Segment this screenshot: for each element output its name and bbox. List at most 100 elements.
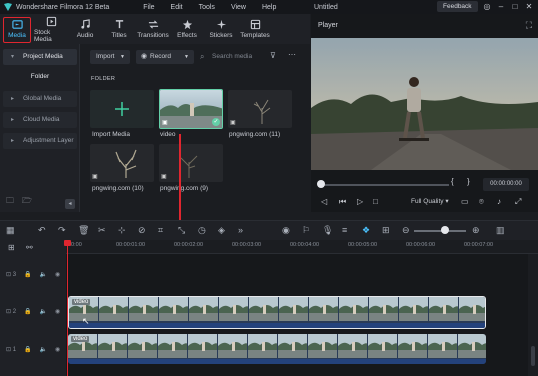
- mark-in-icon[interactable]: {: [451, 177, 454, 186]
- ruler-tick: 00:00:07:00: [464, 242, 494, 248]
- fit-timeline-icon[interactable]: ▥: [496, 225, 505, 236]
- audio-mix-icon[interactable]: ≡: [342, 225, 347, 235]
- lock-icon[interactable]: 🔒: [24, 271, 31, 278]
- menu-view[interactable]: View: [231, 4, 246, 11]
- zoom-slider-handle[interactable]: [441, 226, 449, 234]
- video-preview[interactable]: [311, 38, 538, 170]
- quality-dropdown[interactable]: Full Quality ▾: [411, 197, 449, 205]
- sidebar-item-cloud-media[interactable]: ▸ Cloud Media: [3, 112, 77, 128]
- mark-out-icon[interactable]: }: [467, 177, 470, 186]
- tab-templates[interactable]: Templates: [238, 14, 272, 44]
- search-input[interactable]: ⌕ Search media: [200, 50, 270, 64]
- volume-icon[interactable]: ♪: [497, 197, 501, 206]
- ruler-tick: 00:00:03:00: [232, 242, 262, 248]
- sidebar-item-global-media[interactable]: ▸ Global Media: [3, 91, 77, 107]
- media-item-video[interactable]: ▣ ✓: [159, 89, 223, 129]
- account-icon[interactable]: ◎: [480, 0, 494, 14]
- grid-icon[interactable]: ▦: [6, 225, 15, 236]
- sidebar-item-adjustment-layer[interactable]: ▸ Adjustment Layer: [3, 133, 77, 149]
- menu-file[interactable]: File: [143, 4, 154, 11]
- stop-icon[interactable]: □: [373, 197, 378, 206]
- link-icon[interactable]: ⚯: [26, 243, 33, 252]
- tab-label: Titles: [111, 32, 127, 39]
- media-item-pngwing-10[interactable]: ▣: [90, 144, 154, 182]
- tab-media[interactable]: Media: [0, 14, 34, 44]
- import-media-tile[interactable]: [90, 90, 154, 128]
- menu-tools[interactable]: Tools: [199, 4, 215, 11]
- cut-icon[interactable]: ✂: [98, 225, 106, 236]
- record-dropdown[interactable]: ◉ Record ▼: [136, 50, 194, 64]
- filter-icon[interactable]: ⊽: [270, 51, 276, 60]
- eye-icon[interactable]: ◉: [55, 308, 60, 315]
- tab-transitions[interactable]: Transitions: [136, 14, 170, 44]
- more-icon[interactable]: ⋯: [288, 50, 296, 59]
- tab-stock-media[interactable]: Stock Media: [34, 14, 68, 44]
- zoom-out-icon[interactable]: ⊖: [402, 225, 410, 236]
- eye-icon[interactable]: ◉: [55, 346, 60, 353]
- step-back-icon[interactable]: ⏮: [339, 197, 346, 207]
- sidebar-item-project-media[interactable]: ▾ Project Media: [3, 49, 77, 65]
- music-note-icon: [80, 19, 90, 29]
- menu-help[interactable]: Help: [262, 4, 276, 11]
- redo-icon[interactable]: ↷: [58, 225, 66, 236]
- tab-titles[interactable]: Titles: [102, 14, 136, 44]
- add-track-icon[interactable]: ⊞: [8, 243, 15, 252]
- collapse-sidebar-button[interactable]: ◂: [65, 199, 75, 209]
- video-clip-track-1[interactable]: video: [68, 334, 486, 364]
- clip-audio-bar: [69, 323, 485, 328]
- zoom-slider[interactable]: [414, 230, 466, 232]
- mute-icon[interactable]: 🔈: [40, 346, 47, 353]
- scrollbar-thumb[interactable]: [531, 346, 535, 366]
- marker-icon[interactable]: ⚐: [302, 225, 310, 236]
- display-settings-icon[interactable]: ▭: [461, 197, 469, 206]
- timeline-tracks[interactable]: video ↖ video: [66, 254, 528, 376]
- mic-icon[interactable]: 🎙: [322, 225, 333, 236]
- crop-icon[interactable]: ⌗: [158, 225, 163, 236]
- video-clip-track-2[interactable]: video: [68, 296, 486, 329]
- delete-icon[interactable]: 🗑: [78, 225, 89, 236]
- minimize-icon[interactable]: –: [494, 0, 508, 14]
- mute-icon[interactable]: 🔈: [40, 308, 47, 315]
- playback-scrubber[interactable]: [319, 184, 449, 186]
- scrubber-handle[interactable]: [317, 180, 325, 188]
- snapshot-icon[interactable]: ⛶: [526, 20, 532, 31]
- timeline-scrollbar[interactable]: [530, 254, 536, 376]
- import-dropdown[interactable]: Import ▼: [90, 50, 130, 64]
- lock-icon[interactable]: 🔒: [24, 308, 31, 315]
- mute-icon[interactable]: 🔈: [40, 271, 47, 278]
- check-icon: ✓: [212, 118, 220, 126]
- split-icon[interactable]: ⊹: [118, 225, 126, 236]
- media-item-pngwing-11[interactable]: ▣: [228, 90, 292, 128]
- lock-icon[interactable]: 🔒: [24, 346, 31, 353]
- transform-icon[interactable]: ⤡: [178, 225, 185, 236]
- color-icon[interactable]: ◈: [218, 225, 225, 236]
- new-folder-icon[interactable]: 🗀: [6, 195, 14, 209]
- playhead[interactable]: [67, 240, 68, 376]
- track-2-controls: ⊡ 2 🔒 🔈 ◉: [6, 308, 60, 315]
- tab-audio[interactable]: Audio: [68, 14, 102, 44]
- render-icon[interactable]: ◉: [282, 225, 290, 236]
- menu-edit[interactable]: Edit: [171, 4, 183, 11]
- play-icon[interactable]: ▷: [357, 197, 363, 206]
- previous-frame-icon[interactable]: ◁: [321, 197, 327, 206]
- media-item-pngwing-9[interactable]: ▣: [159, 144, 223, 182]
- undo-icon[interactable]: ↶: [38, 225, 46, 236]
- pip-icon[interactable]: ⊞: [382, 225, 390, 236]
- tab-effects[interactable]: Effects: [170, 14, 204, 44]
- media-item-label: Import Media: [92, 131, 130, 138]
- tab-stickers[interactable]: Stickers: [204, 14, 238, 44]
- close-icon[interactable]: ✕: [522, 0, 536, 14]
- duration-icon[interactable]: ◷: [198, 225, 206, 236]
- camera-icon[interactable]: ⌾: [479, 197, 484, 207]
- zoom-in-icon[interactable]: ⊕: [472, 225, 480, 236]
- more-tools-icon[interactable]: »: [238, 225, 243, 235]
- folder-icon[interactable]: 🗁: [22, 195, 32, 209]
- feedback-button[interactable]: Feedback: [437, 1, 478, 12]
- timeline-ruler[interactable]: 00:00 00:00:01:00 00:00:02:00 00:00:03:0…: [66, 240, 538, 254]
- fullscreen-icon[interactable]: ⤢: [515, 197, 521, 207]
- eye-icon[interactable]: ◉: [55, 271, 60, 278]
- maximize-icon[interactable]: □: [508, 0, 522, 14]
- speed-icon[interactable]: ⊘: [138, 225, 146, 236]
- snap-icon[interactable]: ❖: [362, 225, 370, 236]
- sidebar-item-folder[interactable]: Folder: [0, 68, 80, 86]
